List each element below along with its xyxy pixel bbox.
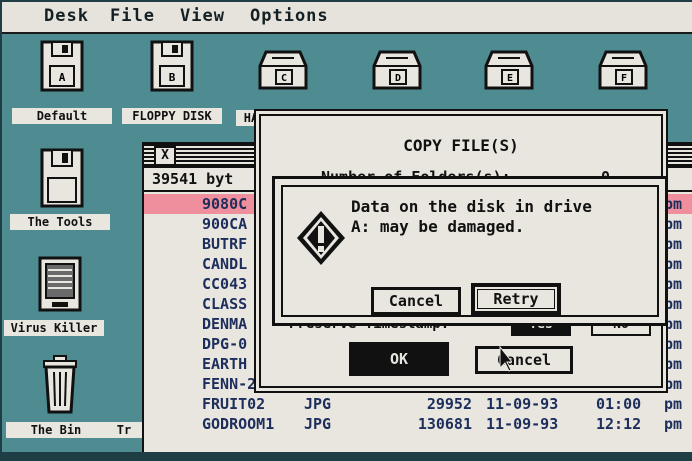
dialog-title: COPY FILE(S) (403, 136, 519, 155)
ok-button[interactable]: OK (349, 342, 449, 376)
drive-a-label: Default (12, 108, 112, 124)
virus-killer-icon[interactable]: Virus Killer (2, 256, 104, 340)
drive-e-icon[interactable]: E (458, 48, 558, 108)
file-date: 11-09-93 (486, 415, 559, 433)
svg-text:C: C (281, 73, 287, 84)
hard-disk-icon: D (372, 50, 422, 90)
file-name: FRUIT02 (202, 395, 266, 413)
mouse-cursor-icon (499, 346, 512, 372)
partial-icon-label: Tr (106, 422, 142, 438)
file-ampm: pm (664, 395, 683, 413)
hard-disk-icon: C (258, 50, 308, 90)
drive-f-icon[interactable]: F (572, 48, 672, 108)
hard-disk-icon: E (484, 50, 534, 90)
virus-killer-label: Virus Killer (4, 320, 104, 336)
file-ampm: pm (664, 335, 683, 353)
desktop-screen: Desk File View Options A Default B FLOPP… (2, 2, 692, 452)
disk-error-alert: Data on the disk in drive A: may be dama… (272, 176, 668, 326)
alert-cancel-button[interactable]: Cancel (371, 287, 461, 315)
file-time: 12:12 (596, 415, 642, 433)
trash-bin-icon (43, 355, 77, 414)
file-name: FENN-2 (202, 375, 257, 393)
close-icon[interactable]: X (154, 146, 176, 166)
file-name: GODROOM1 (202, 415, 275, 433)
alert-retry-button[interactable]: Retry (471, 283, 561, 315)
file-name: 900CA (202, 215, 248, 233)
file-name: DENMA (202, 315, 248, 333)
menu-bar: Desk File View Options (2, 2, 692, 34)
file-name: CANDL (202, 255, 248, 273)
floppy-disk-icon: B (150, 40, 194, 92)
file-ext: JPG (304, 415, 332, 433)
floppy-disk-icon: A (40, 40, 84, 92)
menu-file[interactable]: File (110, 6, 155, 26)
drive-a-icon[interactable]: A Default (12, 40, 112, 130)
svg-text:F: F (621, 73, 627, 84)
svg-text:D: D (395, 73, 401, 84)
hard-disk-icon: F (598, 50, 648, 90)
svg-text:E: E (507, 73, 513, 84)
floppy-disk-icon (40, 148, 84, 208)
file-ampm: pm (664, 415, 683, 433)
menu-view[interactable]: View (180, 6, 225, 26)
file-ampm: pm (664, 355, 683, 373)
file-size: 130681 (417, 415, 472, 433)
file-time: 01:00 (596, 395, 642, 413)
file-name: CLASS (202, 295, 248, 313)
file-name: BUTRF (202, 235, 248, 253)
file-ampm: pm (664, 375, 683, 393)
file-name: CC043 (202, 275, 248, 293)
the-tools-icon[interactable]: The Tools (10, 148, 110, 236)
partial-icon[interactable]: Tr (106, 422, 146, 446)
drive-b-label: FLOPPY DISK (122, 108, 222, 124)
file-name: EARTH (202, 355, 248, 373)
file-size: 29952 (426, 395, 472, 413)
drive-d-icon[interactable]: D (346, 48, 446, 108)
drive-b-icon[interactable]: B FLOPPY DISK (122, 40, 222, 130)
svg-text:B: B (169, 71, 176, 84)
menu-options[interactable]: Options (250, 6, 329, 26)
file-date: 11-09-93 (486, 395, 559, 413)
file-row[interactable]: FRUIT02 JPG 29952 11-09-93 01:00 pm (144, 394, 692, 414)
menu-desk[interactable]: Desk (44, 6, 89, 26)
file-name: DPG-0 (202, 335, 248, 353)
file-row[interactable]: GODROOM1 JPG 130681 11-09-93 12:12 pm (144, 414, 692, 434)
svg-text:A: A (59, 71, 66, 84)
alert-message-line-1: Data on the disk in drive (351, 197, 592, 216)
alert-frame: Data on the disk in drive A: may be dama… (281, 185, 659, 317)
alert-message-line-2: A: may be damaged. (351, 217, 525, 236)
the-bin-icon[interactable]: The Bin (6, 354, 106, 442)
the-tools-label: The Tools (10, 214, 110, 230)
file-ext: JPG (304, 395, 332, 413)
the-bin-label: The Bin (6, 422, 106, 438)
program-icon (38, 256, 82, 312)
file-name: 9080C (202, 195, 248, 213)
cancel-button[interactable]: Cancel (475, 346, 573, 374)
warning-icon (297, 211, 345, 265)
